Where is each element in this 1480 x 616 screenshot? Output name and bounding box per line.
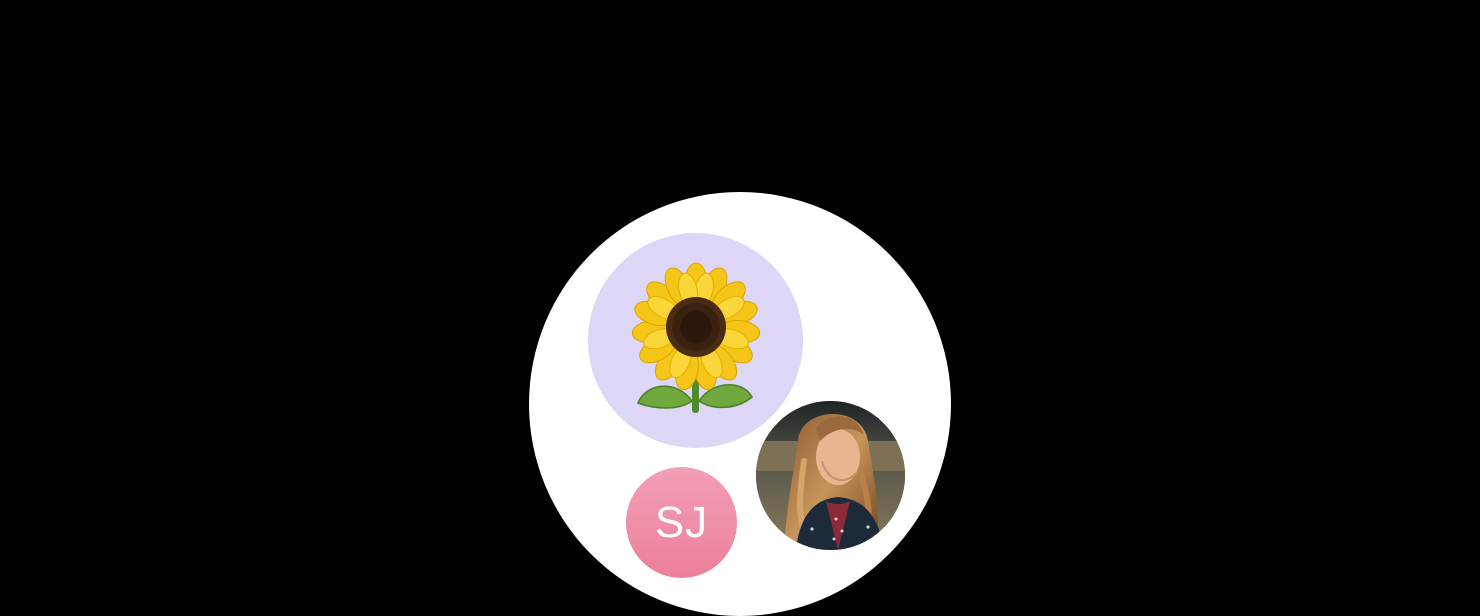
photo-avatar[interactable]: [756, 401, 905, 550]
sunflower-avatar[interactable]: [588, 233, 803, 448]
avatar-initials: SJ: [654, 497, 709, 547]
person-photo: [756, 401, 905, 550]
sunflower-icon: [631, 262, 760, 413]
initials-avatar[interactable]: SJ: [626, 467, 737, 578]
canvas: SJ: [0, 0, 1480, 616]
